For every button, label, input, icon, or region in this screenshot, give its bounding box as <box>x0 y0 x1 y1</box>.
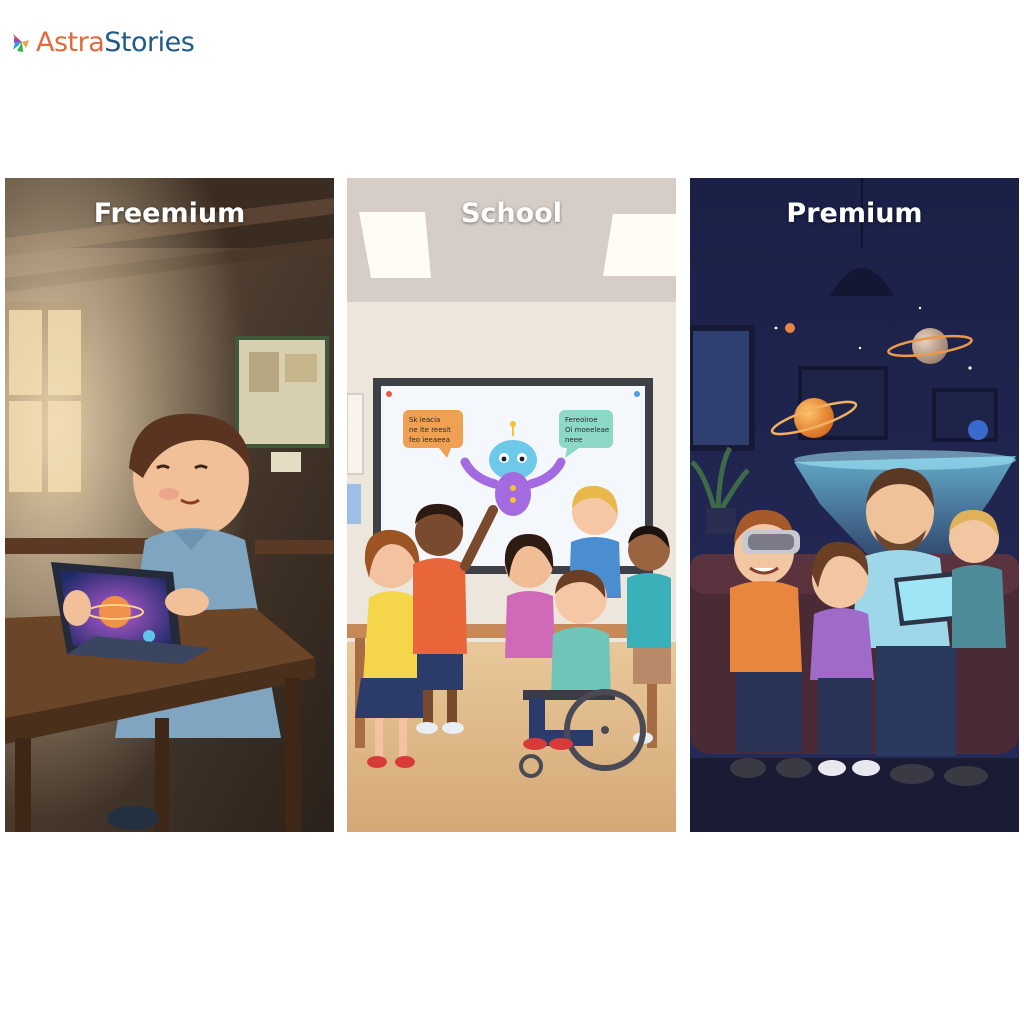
tier-title-premium: Premium <box>786 198 923 229</box>
brand-name-astra: Astra <box>36 26 105 58</box>
brand-name-stories: Stories <box>104 26 195 58</box>
tier-card-premium[interactable]: Premium <box>690 178 1019 832</box>
feather-fan-icon <box>13 34 29 52</box>
tier-title-freemium: Freemium <box>93 198 246 229</box>
smartboard-bubble-right-line-3: neee <box>565 436 582 444</box>
smartboard-bubble-left-line-1: Sk ieacia <box>409 416 440 424</box>
smartboard-bubble-right-line-2: Oi moeeleae <box>565 426 609 434</box>
freemium-scene-illustration <box>5 178 334 832</box>
premium-scene-illustration <box>690 178 1019 832</box>
brand-logo[interactable]: AstraStories <box>12 24 195 60</box>
smartboard-bubble-right-line-1: Fereoiroe <box>565 416 598 424</box>
tier-card-freemium[interactable]: Freemium <box>5 178 334 832</box>
school-scene-illustration: Sk ieacia ne ite reesit feo ieeaeea Fere… <box>347 178 676 832</box>
tier-card-school[interactable]: Sk ieacia ne ite reesit feo ieeaeea Fere… <box>347 178 676 832</box>
smartboard-bubble-left-line-3: feo ieeaeea <box>409 436 450 444</box>
smartboard-bubble-left-line-2: ne ite reesit <box>409 426 451 434</box>
brand-name: AstraStories <box>36 26 195 58</box>
tier-title-school: School <box>460 198 563 229</box>
